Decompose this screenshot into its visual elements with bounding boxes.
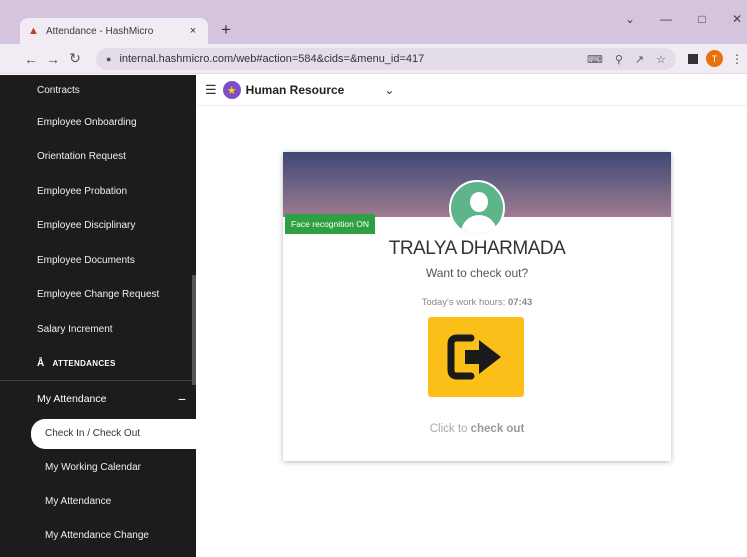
avatar-head-shape — [470, 192, 488, 212]
profile-avatar[interactable]: T — [706, 50, 723, 67]
work-hours: Today's work hours: 07:43 — [283, 297, 671, 308]
url-text: internal.hashmicro.com/web#action=584&ci… — [119, 53, 425, 65]
sidebar-item-salary-increment[interactable]: Salary Increment — [0, 312, 196, 347]
zoom-icon[interactable]: ⚲ — [615, 53, 623, 66]
sidebar-section-attendances: Å ATTENDANCES — [0, 347, 196, 381]
lock-icon: ● — [106, 54, 112, 64]
check-out-button[interactable] — [428, 317, 524, 397]
sidebar-item-my-attendance[interactable]: My Attendance — [0, 485, 196, 519]
sidebar-item-employee-change-request[interactable]: Employee Change Request — [0, 278, 196, 313]
kebab-menu-icon[interactable]: ⋮ — [731, 52, 743, 66]
back-icon[interactable]: ← — [20, 51, 42, 67]
sidebar-group-my-attendance[interactable]: My Attendance − — [0, 381, 196, 417]
sidebar-item-check-in-check-out[interactable]: Check In / Check Out — [31, 418, 196, 449]
sidebar-item-employee-onboarding[interactable]: Employee Onboarding — [0, 105, 196, 140]
tab-search-icon[interactable]: ⌄ — [620, 12, 640, 26]
work-hours-value: 07:43 — [507, 297, 533, 308]
hamburger-menu-icon[interactable]: ☰ — [205, 82, 217, 98]
checkin-card: Face recognition ON TRALYA DHARMADA Want… — [283, 152, 671, 461]
sidebar-scrollbar[interactable] — [192, 275, 196, 385]
sidebar-item-employee-documents[interactable]: Employee Documents — [0, 243, 196, 278]
click-hint-action: check out — [470, 423, 525, 435]
bookmark-star-icon[interactable]: ☆ — [656, 53, 666, 66]
browser-tab-strip: ▲ Attendance - HashMicro × + ⌄ — □ ✕ — [0, 0, 747, 44]
address-bar[interactable]: ● internal.hashmicro.com/web#action=584&… — [96, 48, 676, 70]
app-header: ☰ ★ Human Resource ⌄ — [196, 75, 747, 106]
tab-close-button[interactable]: × — [186, 25, 200, 37]
sign-out-icon — [447, 334, 501, 380]
avatar-body-shape — [461, 215, 497, 234]
sidebar-item-employee-probation[interactable]: Employee Probation — [0, 174, 196, 209]
tab-title: Attendance - HashMicro — [46, 25, 154, 37]
sidebar-item-my-working-calendar[interactable]: My Working Calendar — [0, 451, 196, 485]
chevron-down-icon[interactable]: ⌄ — [384, 83, 394, 97]
share-icon[interactable]: ↗ — [635, 53, 644, 66]
sidebar-item-my-attendance-change[interactable]: My Attendance Change — [0, 519, 196, 553]
sidebar-group-label: My Attendance — [37, 392, 107, 405]
maximize-icon[interactable]: □ — [692, 12, 712, 26]
click-hint: Click to check out — [283, 423, 671, 435]
app-title[interactable]: Human Resource — [246, 83, 345, 97]
work-hours-label: Today's work hours: — [421, 297, 506, 308]
close-window-icon[interactable]: ✕ — [727, 12, 747, 26]
minimize-icon[interactable]: — — [656, 12, 676, 26]
collapse-icon[interactable]: − — [178, 391, 186, 407]
employee-avatar — [449, 180, 505, 236]
sidebar-item-contracts[interactable]: Contracts — [0, 75, 196, 105]
browser-tab[interactable]: ▲ Attendance - HashMicro × — [20, 18, 208, 44]
side-panel-icon[interactable] — [688, 53, 698, 64]
toolbar-right: T ⋮ — [688, 50, 743, 67]
employee-name: TRALYA DHARMADA — [388, 238, 566, 259]
forward-icon[interactable]: → — [42, 51, 64, 67]
sidebar-item-orientation-request[interactable]: Orientation Request — [0, 140, 196, 175]
sidebar: Contracts Employee Onboarding Orientatio… — [0, 75, 196, 557]
click-hint-prefix: Click to — [429, 423, 468, 435]
reload-icon[interactable]: ↻ — [64, 50, 86, 67]
face-recognition-badge: Face recognition ON — [285, 214, 375, 234]
human-resource-app-icon: ★ — [222, 81, 241, 99]
browser-toolbar: ← → ↻ ● internal.hashmicro.com/web#actio… — [0, 44, 747, 74]
new-tab-button[interactable]: + — [216, 20, 236, 40]
checkout-question: Want to check out? — [425, 266, 529, 280]
translate-icon[interactable]: ⌨ — [587, 53, 603, 66]
sidebar-item-employee-disciplinary[interactable]: Employee Disciplinary — [0, 209, 196, 244]
attendance-section-icon: Å — [37, 357, 45, 369]
hashmicro-favicon-icon: ▲ — [28, 25, 39, 37]
sidebar-section-label: ATTENDANCES — [52, 358, 116, 368]
